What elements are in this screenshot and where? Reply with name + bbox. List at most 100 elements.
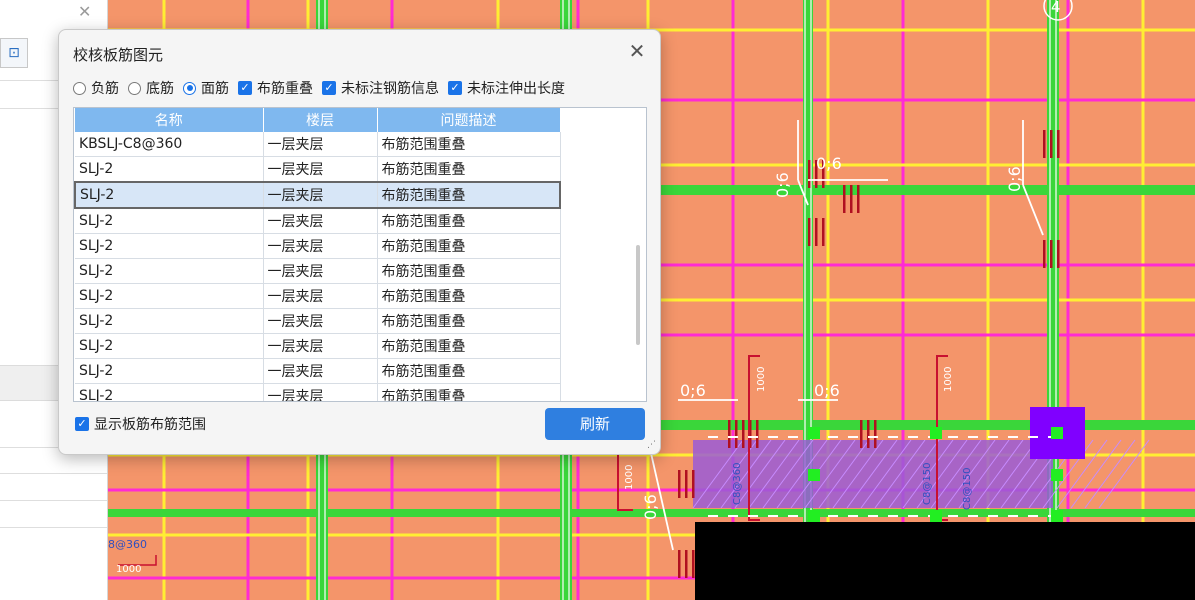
radio-icon xyxy=(73,81,86,95)
table-row[interactable]: SLJ-2 一层夹层 布筋范围重叠 xyxy=(75,208,561,234)
check-unlabeled-length[interactable]: ✓ 未标注伸出长度 xyxy=(448,78,565,98)
check-unlabeled-info[interactable]: ✓ 未标注钢筋信息 xyxy=(322,78,439,98)
radio-top[interactable]: 面筋 xyxy=(183,78,229,98)
rebar-tick xyxy=(678,470,681,498)
grip-point xyxy=(808,469,820,481)
range-dash xyxy=(988,436,998,438)
range-dash xyxy=(908,436,918,438)
table-scrollbar[interactable] xyxy=(636,245,640,345)
range-dash xyxy=(948,436,958,438)
axis-number: 4 xyxy=(1051,0,1061,16)
close-icon[interactable]: ✕ xyxy=(626,40,648,62)
range-dash xyxy=(1008,515,1018,517)
cell-floor: 一层夹层 xyxy=(263,156,378,183)
resize-grip-icon[interactable]: ⋰ xyxy=(647,440,656,450)
table-row[interactable]: SLJ-2 一层夹层 布筋范围重叠 xyxy=(75,233,561,259)
rebar-tick xyxy=(822,218,825,246)
cell-name: SLJ-2 xyxy=(75,208,264,234)
cell-description: 布筋范围重叠 xyxy=(377,258,561,284)
panel-divider xyxy=(0,473,107,474)
grip-point xyxy=(808,427,820,439)
range-dash xyxy=(1028,515,1038,517)
rebar-tick xyxy=(685,550,688,578)
range-dash xyxy=(788,515,798,517)
rebar-tick xyxy=(742,420,745,448)
rebar-tick xyxy=(1050,130,1053,158)
grip-point xyxy=(1051,427,1063,439)
header-floor[interactable]: 楼层 xyxy=(263,108,378,132)
range-dash xyxy=(868,515,878,517)
table-row[interactable]: SLJ-2 一层夹层 布筋范围重叠 xyxy=(75,283,561,309)
rebar-range xyxy=(693,440,1053,508)
rebar-tick xyxy=(685,470,688,498)
check-slab-rebar-dialog: 校核板筋图元 ✕ 负筋 底筋 面筋 ✓ 布筋重叠 ✓ 未标注钢筋信息 ✓ 未标注伸出长… xyxy=(58,29,661,455)
range-dash xyxy=(828,515,838,517)
range-dash xyxy=(708,515,718,517)
cell-name: SLJ-2 xyxy=(75,156,264,183)
radio-icon xyxy=(128,81,141,95)
grip-point xyxy=(808,510,820,522)
cad-label: C8@150 xyxy=(922,463,933,505)
cad-label: 1000 xyxy=(756,367,767,392)
range-dash xyxy=(748,436,758,438)
cell-description: 布筋范围重叠 xyxy=(377,283,561,309)
range-dash xyxy=(828,436,838,438)
panel-close-icon[interactable]: ✕ xyxy=(78,2,91,21)
table-row[interactable]: KBSLJ-C8@360 一层夹层 布筋范围重叠 xyxy=(75,132,561,157)
table-row[interactable]: SLJ-2 一层夹层 布筋范围重叠 xyxy=(75,383,561,401)
cell-name: SLJ-2 xyxy=(75,233,264,259)
beam-edge xyxy=(804,0,806,600)
range-dash xyxy=(1028,436,1038,438)
hatch-line xyxy=(1084,439,1136,509)
table-row[interactable]: SLJ-2 一层夹层 布筋范围重叠 xyxy=(75,308,561,334)
grip-point xyxy=(930,427,942,439)
header-name[interactable]: 名称 xyxy=(75,108,264,132)
grip-point xyxy=(930,510,942,522)
header-description[interactable]: 问题描述 xyxy=(377,108,561,132)
radio-negative[interactable]: 负筋 xyxy=(73,78,119,98)
radio-selected-icon xyxy=(183,81,196,95)
table-header-row: 名称 楼层 问题描述 xyxy=(75,108,561,132)
options-row: 负筋 底筋 面筋 ✓ 布筋重叠 ✓ 未标注钢筋信息 ✓ 未标注伸出长度 xyxy=(73,78,574,98)
cad-label: 1000 xyxy=(943,367,954,392)
cell-floor: 一层夹层 xyxy=(263,333,378,359)
rebar-tick xyxy=(1043,240,1046,268)
radio-bottom[interactable]: 底筋 xyxy=(128,78,174,98)
problem-table[interactable]: 名称 楼层 问题描述 KBSLJ-C8@360 一层夹层 布筋范围重叠 SLJ-2 一层… xyxy=(73,107,647,402)
check-show-range[interactable]: ✓ 显示板筋布筋范围 xyxy=(75,414,206,434)
cell-name: SLJ-2 xyxy=(75,308,264,334)
rebar-tick xyxy=(1057,240,1060,268)
panel-tool-icon[interactable]: ⊡ xyxy=(0,38,28,68)
cell-floor: 一层夹层 xyxy=(263,358,378,384)
rebar-tick xyxy=(860,420,863,448)
checkbox-checked-icon: ✓ xyxy=(448,81,462,95)
grip-point xyxy=(1051,510,1063,522)
range-dash xyxy=(1008,436,1018,438)
cad-label: 1000 xyxy=(116,564,141,575)
cell-description: 布筋范围重叠 xyxy=(377,132,561,157)
table-row[interactable]: SLJ-2 一层夹层 布筋范围重叠 xyxy=(75,358,561,384)
rebar-tick xyxy=(850,185,853,213)
cad-label: 0;6 xyxy=(1005,166,1024,192)
cell-description: 布筋范围重叠 xyxy=(377,333,561,359)
rebar-tick xyxy=(874,420,877,448)
rebar-tick xyxy=(692,550,695,578)
cell-description: 布筋范围重叠 xyxy=(377,208,561,234)
rebar-tick xyxy=(1043,130,1046,158)
cad-label: 0;6 xyxy=(816,154,842,173)
cell-description: 布筋范围重叠 xyxy=(377,233,561,259)
table-row[interactable]: SLJ-2 一层夹层 布筋范围重叠 xyxy=(75,258,561,284)
table-row[interactable]: SLJ-2 一层夹层 布筋范围重叠 xyxy=(75,156,561,183)
rebar-tick xyxy=(857,185,860,213)
cell-name: SLJ-2 xyxy=(75,333,264,359)
table-row[interactable]: SLJ-2 一层夹层 布筋范围重叠 xyxy=(74,181,561,209)
refresh-button[interactable]: 刷新 xyxy=(545,408,645,440)
table-row[interactable]: SLJ-2 一层夹层 布筋范围重叠 xyxy=(75,333,561,359)
range-dash xyxy=(948,515,958,517)
rebar-tick xyxy=(756,420,759,448)
cad-label: 0;6 xyxy=(814,381,840,400)
cell-name: KBSLJ-C8@360 xyxy=(75,132,264,157)
range-dash xyxy=(768,515,778,517)
check-overlap[interactable]: ✓ 布筋重叠 xyxy=(238,78,313,98)
cell-floor: 一层夹层 xyxy=(263,233,378,259)
